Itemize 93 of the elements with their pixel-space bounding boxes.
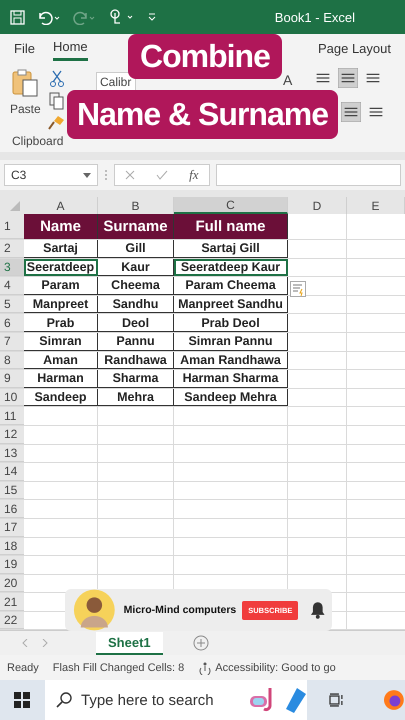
table-cell[interactable]: Sartaj Gill — [174, 240, 288, 258]
taskbar-search-field[interactable]: Type here to search — [45, 680, 308, 720]
table-cell[interactable]: Param Cheema — [174, 277, 288, 295]
table-cell[interactable]: Seeratdeep Kaur — [174, 258, 288, 276]
table-cell[interactable]: Gill — [98, 240, 174, 258]
search-placeholder: Type here to search — [81, 692, 214, 709]
group-label: Clipboard — [12, 134, 64, 148]
row-number[interactable]: 11 — [0, 407, 24, 425]
table-cell[interactable]: Aman Randhawa — [174, 352, 288, 370]
increase-font-button[interactable]: A — [283, 72, 292, 88]
table-cell[interactable]: Sandeep Mehra — [174, 388, 288, 406]
table-cell[interactable]: Manpreet Sandhu — [174, 296, 288, 314]
row-number[interactable]: 6 — [0, 314, 24, 332]
task-view-icon[interactable] — [329, 693, 346, 708]
table-cell[interactable]: Prab — [24, 314, 98, 332]
row-number[interactable]: 13 — [0, 444, 24, 462]
column-heading-cell[interactable]: Name — [24, 214, 98, 239]
row-number[interactable]: 3 — [0, 258, 24, 276]
row-number[interactable]: 1 — [0, 214, 24, 239]
firefox-icon[interactable] — [383, 689, 405, 712]
row-number[interactable]: 22 — [0, 612, 24, 630]
flash-fill-options-icon[interactable] — [290, 281, 306, 297]
table-cell[interactable]: Deol — [98, 314, 174, 332]
table-cell[interactable]: Sandhu — [98, 296, 174, 314]
touch-mode-icon[interactable] — [109, 9, 135, 25]
table-cell[interactable]: Sharma — [98, 370, 174, 388]
video-title: Name & Surname — [67, 90, 338, 139]
table-cell[interactable]: Prab Deol — [174, 314, 288, 332]
table-cell[interactable]: Manpreet — [24, 296, 98, 314]
column-header[interactable]: C — [174, 197, 288, 214]
copy-icon[interactable] — [49, 92, 65, 110]
paste-button[interactable]: Paste — [10, 68, 41, 116]
column-header[interactable]: E — [347, 197, 405, 214]
table-cell[interactable]: Sandeep — [24, 388, 98, 406]
row-number[interactable]: 7 — [0, 332, 24, 351]
table-cell[interactable]: Kaur — [98, 258, 174, 276]
row-number[interactable]: 16 — [0, 500, 24, 518]
table-cell[interactable]: Randhawa — [98, 352, 174, 370]
table-cell[interactable]: Harman — [24, 370, 98, 388]
table-cell[interactable]: Param — [24, 277, 98, 295]
customize-toolbar-icon[interactable] — [147, 12, 157, 22]
row-number[interactable]: 5 — [0, 296, 24, 314]
column-heading-cell[interactable]: Surname — [98, 214, 174, 239]
table-cell[interactable]: Seeratdeep — [24, 258, 98, 276]
table-cell[interactable]: Aman — [24, 352, 98, 370]
ribbon-tab[interactable]: Page Layout — [318, 36, 391, 60]
row-number[interactable]: 15 — [0, 482, 24, 500]
search-icon[interactable] — [55, 691, 73, 710]
status-text: Ready — [7, 662, 39, 674]
insert-function-button[interactable]: fx — [189, 167, 199, 183]
table-cell[interactable]: Harman Sharma — [174, 370, 288, 388]
channel-name: Micro-Mind computers — [124, 604, 236, 616]
ribbon-tab[interactable]: File — [14, 36, 35, 60]
more-icon — [104, 169, 108, 181]
window-title: Book1 - Excel — [274, 10, 355, 24]
table-cell[interactable]: Cheema — [98, 277, 174, 295]
formula-field[interactable] — [216, 164, 401, 186]
row-number[interactable]: 17 — [0, 518, 24, 536]
check-icon[interactable] — [156, 170, 168, 180]
column-header[interactable]: D — [288, 197, 347, 214]
swim-fin-icon[interactable] — [283, 686, 308, 714]
table-cell[interactable]: Simran Pannu — [174, 332, 288, 351]
bell-icon[interactable] — [310, 601, 326, 619]
row-number[interactable]: 18 — [0, 538, 24, 556]
add-sheet-icon[interactable] — [192, 635, 209, 652]
windows-start-icon[interactable] — [14, 692, 30, 708]
row-number[interactable]: 4 — [0, 277, 24, 295]
status-text[interactable]: Accessibility: Good to go — [215, 662, 336, 674]
row-number[interactable]: 9 — [0, 370, 24, 388]
cut-icon[interactable] — [50, 70, 64, 88]
row-number[interactable]: 19 — [0, 556, 24, 574]
align-icon[interactable] — [338, 68, 358, 88]
table-cell[interactable]: Pannu — [98, 332, 174, 351]
undo-icon[interactable] — [37, 10, 61, 24]
row-number[interactable]: 12 — [0, 426, 24, 444]
row-number[interactable]: 14 — [0, 463, 24, 481]
status-text: Flash Fill Changed Cells: 8 — [52, 662, 184, 674]
row-number[interactable]: 10 — [0, 388, 24, 406]
column-heading-cell[interactable]: Full name — [174, 214, 288, 239]
row-number[interactable]: 8 — [0, 352, 24, 370]
row-number[interactable]: 2 — [0, 240, 24, 258]
table-cell[interactable]: Sartaj — [24, 240, 98, 258]
name-box[interactable]: C3 — [4, 164, 98, 186]
save-icon[interactable] — [10, 10, 25, 24]
table-cell[interactable]: Simran — [24, 332, 98, 351]
table-cell[interactable]: Mehra — [98, 388, 174, 406]
video-title: Combine — [128, 34, 282, 79]
align-icon[interactable] — [341, 102, 361, 122]
sheet-tab[interactable]: Sheet1 — [96, 632, 163, 655]
format-painter-icon[interactable] — [48, 114, 66, 130]
row-number[interactable]: 20 — [0, 574, 24, 592]
accessibility-icon[interactable] — [198, 660, 212, 675]
row-number[interactable]: 21 — [0, 593, 24, 611]
